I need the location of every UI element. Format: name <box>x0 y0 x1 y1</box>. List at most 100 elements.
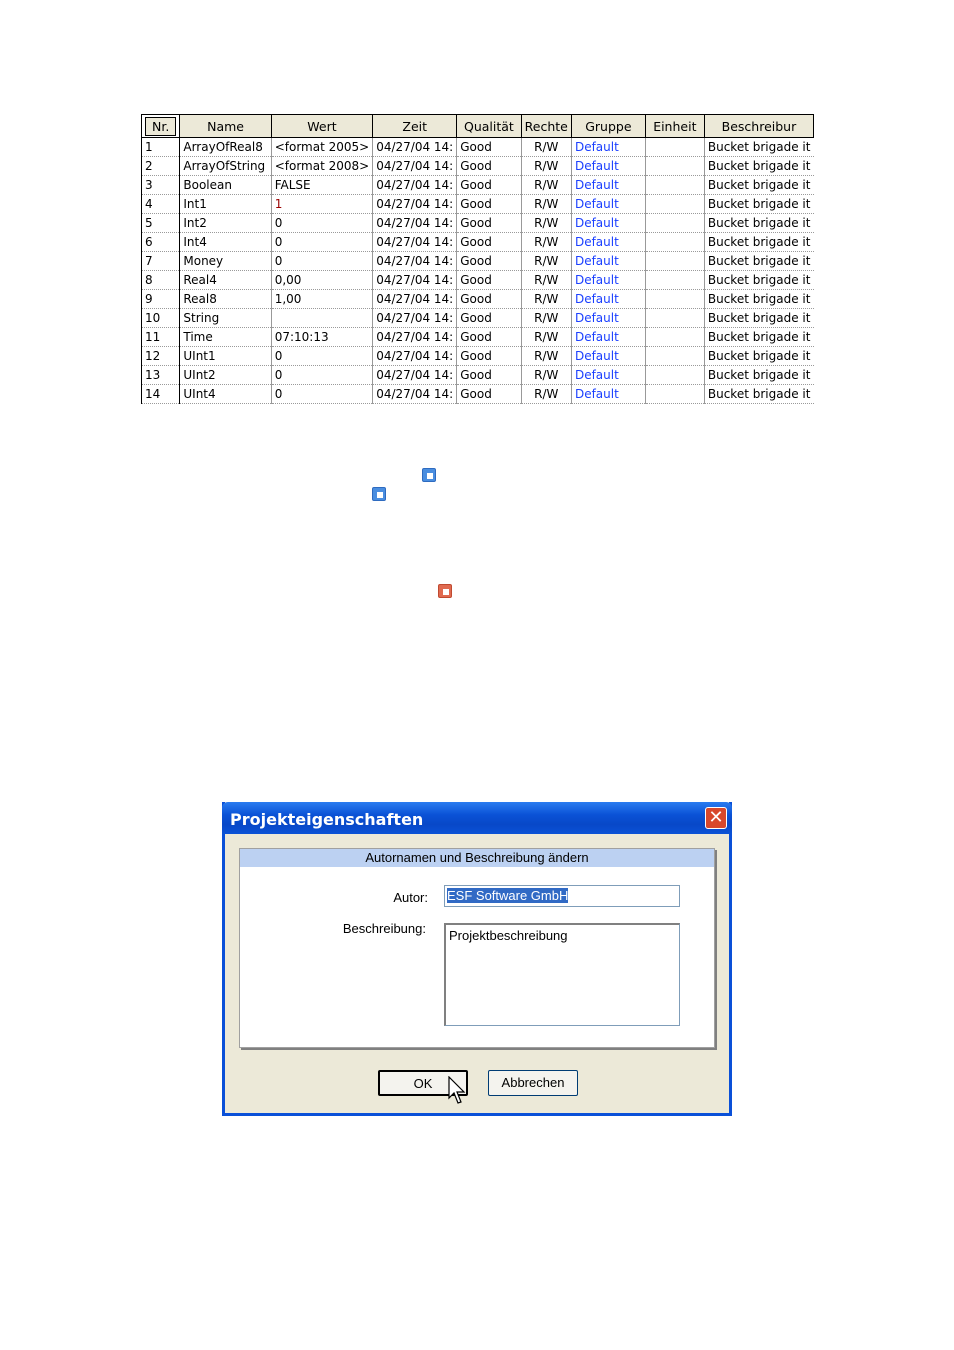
cell-gruppe[interactable]: Default <box>571 194 646 214</box>
cell-beschreibung: Bucket brigade it <box>704 232 814 252</box>
column-header-zeit[interactable]: Zeit <box>372 114 458 138</box>
cell-nr: 12 <box>141 346 181 366</box>
cell-name: Int4 <box>179 232 272 252</box>
cancel-button[interactable]: Abbrechen <box>488 1070 578 1096</box>
cell-einheit <box>645 137 705 157</box>
table-row[interactable]: 12 UInt1 0 04/27/04 14: Good R/W Default Bucket… <box>141 346 814 366</box>
cell-wert: 0 <box>271 384 374 404</box>
table-row[interactable]: 8 Real4 0,00 04/27/04 14: Good R/W Default Buck… <box>141 270 814 290</box>
blue-square-icon <box>372 487 386 501</box>
table-row[interactable]: 11 Time 07:10:13 04/27/04 14: Good R/W Default… <box>141 327 814 347</box>
cell-gruppe[interactable]: Default <box>571 308 646 328</box>
cell-beschreibung: Bucket brigade it <box>704 327 814 347</box>
column-header-label: Nr. <box>145 116 177 136</box>
table-row[interactable]: 7 Money 0 04/27/04 14: Good R/W Default Bucket … <box>141 251 814 271</box>
cell-rechte: R/W <box>521 289 572 309</box>
column-header-rechte[interactable]: Rechte <box>520 114 572 138</box>
properties-panel: Autornamen und Beschreibung ändern Autor… <box>239 848 715 1048</box>
table-row[interactable]: 3 Boolean FALSE 04/27/04 14: Good R/W Default B… <box>141 175 814 195</box>
beschreibung-textarea[interactable]: Projektbeschreibung <box>444 923 680 1026</box>
cell-einheit <box>645 308 705 328</box>
cell-rechte: R/W <box>521 308 572 328</box>
table-row[interactable]: 5 Int2 0 04/27/04 14: Good R/W Default Bucket b… <box>141 213 814 233</box>
table-row[interactable]: 13 UInt2 0 04/27/04 14: Good R/W Default Bucket… <box>141 365 814 385</box>
cell-gruppe[interactable]: Default <box>571 156 646 176</box>
cell-name: Real4 <box>179 270 272 290</box>
cell-gruppe[interactable]: Default <box>571 251 646 271</box>
autor-label: Autor: <box>393 890 428 905</box>
cell-beschreibung: Bucket brigade it <box>704 213 814 233</box>
cell-wert: 0 <box>271 365 374 385</box>
cell-qualitaet: Good <box>456 232 522 252</box>
cell-gruppe[interactable]: Default <box>571 327 646 347</box>
column-header-beschreibung[interactable]: Beschreibur <box>703 114 814 138</box>
cell-name: ArrayOfReal8 <box>179 137 272 157</box>
dialog-titlebar[interactable]: Projekteigenschaften ✕ <box>222 802 732 834</box>
cell-einheit <box>645 289 705 309</box>
cell-name: Int1 <box>179 194 272 214</box>
cell-wert: 0 <box>271 251 374 271</box>
column-header-einheit[interactable]: Einheit <box>644 114 705 138</box>
close-icon: ✕ <box>708 807 724 828</box>
cell-name: Time <box>179 327 272 347</box>
table-body: 1 ArrayOfReal8 <format 2005> 04/27/04 14: Go… <box>141 137 814 404</box>
cell-beschreibung: Bucket brigade it <box>704 365 814 385</box>
table-row[interactable]: 4 Int1 1 04/27/04 14: Good R/W Default Bucket b… <box>141 194 814 214</box>
cell-gruppe[interactable]: Default <box>571 137 646 157</box>
cell-zeit: 04/27/04 14: <box>372 289 458 309</box>
cell-gruppe[interactable]: Default <box>571 365 646 385</box>
cell-gruppe[interactable]: Default <box>571 175 646 195</box>
cell-wert: 0 <box>271 213 374 233</box>
cell-nr: 14 <box>141 384 181 404</box>
cell-beschreibung: Bucket brigade it <box>704 194 814 214</box>
cell-gruppe[interactable]: Default <box>571 384 646 404</box>
table-row[interactable]: 6 Int4 0 04/27/04 14: Good R/W Default Bucket b… <box>141 232 814 252</box>
cell-gruppe[interactable]: Default <box>571 232 646 252</box>
table-row[interactable]: 2 ArrayOfString <format 2008> 04/27/04 14: G… <box>141 156 814 176</box>
cell-rechte: R/W <box>521 270 572 290</box>
autor-input[interactable]: ESF Software GmbH <box>444 885 680 907</box>
column-header-wert[interactable]: Wert <box>270 114 374 138</box>
cell-name: ArrayOfString <box>179 156 272 176</box>
cell-qualitaet: Good <box>456 270 522 290</box>
table-row[interactable]: 14 UInt4 0 04/27/04 14: Good R/W Default Bucket… <box>141 384 814 404</box>
cell-qualitaet: Good <box>456 175 522 195</box>
cell-rechte: R/W <box>521 327 572 347</box>
cell-qualitaet: Good <box>456 308 522 328</box>
close-button[interactable]: ✕ <box>705 807 727 829</box>
cell-wert: FALSE <box>271 175 374 195</box>
cell-wert: <format 2005> <box>271 137 374 157</box>
cell-qualitaet: Good <box>456 365 522 385</box>
cell-zeit: 04/27/04 14: <box>372 346 458 366</box>
cell-zeit: 04/27/04 14: <box>372 327 458 347</box>
cell-beschreibung: Bucket brigade it <box>704 251 814 271</box>
table-row[interactable]: 10 String 04/27/04 14: Good R/W Default Bucket… <box>141 308 814 328</box>
cell-gruppe[interactable]: Default <box>571 213 646 233</box>
cell-nr: 13 <box>141 365 181 385</box>
cell-rechte: R/W <box>521 384 572 404</box>
column-header-gruppe[interactable]: Gruppe <box>570 114 646 138</box>
cell-nr: 6 <box>141 232 181 252</box>
column-header-name[interactable]: Name <box>179 114 272 138</box>
column-header-qualitaet[interactable]: Qualität <box>456 114 522 138</box>
cell-gruppe[interactable]: Default <box>571 289 646 309</box>
cell-zeit: 04/27/04 14: <box>372 137 458 157</box>
blue-square-icon <box>422 468 436 482</box>
cell-nr: 9 <box>141 289 181 309</box>
cell-nr: 10 <box>141 308 181 328</box>
cell-rechte: R/W <box>521 365 572 385</box>
column-header-nr[interactable]: Nr. <box>141 114 181 138</box>
cell-gruppe[interactable]: Default <box>571 346 646 366</box>
table-row[interactable]: 1 ArrayOfReal8 <format 2005> 04/27/04 14: Go… <box>141 137 814 157</box>
cell-rechte: R/W <box>521 213 572 233</box>
cell-rechte: R/W <box>521 156 572 176</box>
cell-beschreibung: Bucket brigade it <box>704 175 814 195</box>
cell-name: UInt1 <box>179 346 272 366</box>
cell-gruppe[interactable]: Default <box>571 270 646 290</box>
cell-qualitaet: Good <box>456 384 522 404</box>
cell-wert: 0 <box>271 346 374 366</box>
cell-beschreibung: Bucket brigade it <box>704 346 814 366</box>
cell-einheit <box>645 346 705 366</box>
cell-qualitaet: Good <box>456 327 522 347</box>
table-row[interactable]: 9 Real8 1,00 04/27/04 14: Good R/W Default Buck… <box>141 289 814 309</box>
